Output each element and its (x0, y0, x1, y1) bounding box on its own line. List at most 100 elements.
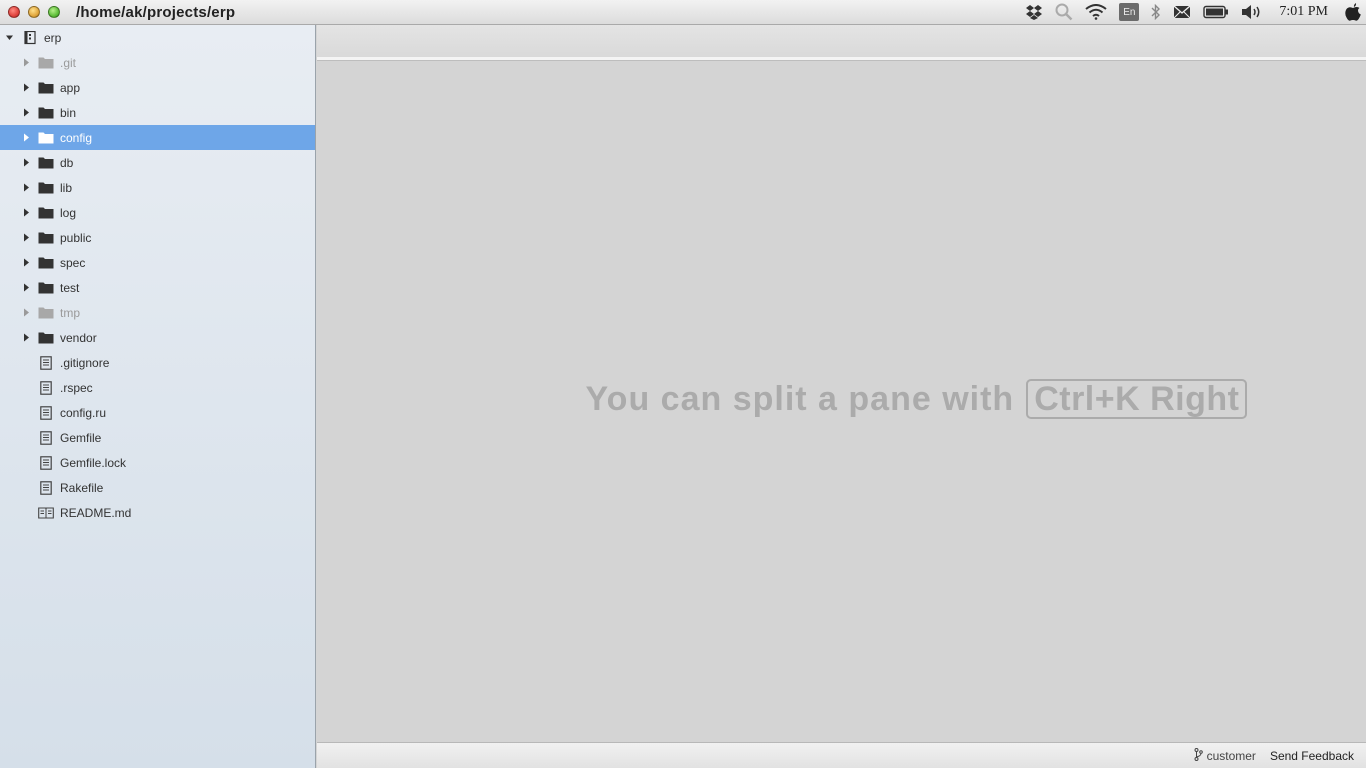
tree-item-label: .git (60, 55, 77, 70)
folder-icon (38, 281, 54, 295)
tree-item-label: test (60, 280, 80, 295)
tree-item-label: lib (60, 180, 73, 195)
wifi-icon[interactable] (1085, 0, 1107, 25)
folder-icon (38, 106, 54, 120)
collapsed-chevron-icon[interactable] (21, 58, 31, 68)
tree-item-label: Gemfile.lock (60, 455, 127, 470)
folder-icon (38, 131, 54, 145)
apple-icon[interactable] (1344, 0, 1362, 25)
tree-item-label: .gitignore (60, 355, 110, 370)
tree-file-readme-md[interactable]: README.md (0, 500, 315, 525)
folder-icon (38, 56, 54, 70)
pane-hint-text: You can split a pane with (585, 379, 1015, 418)
bluetooth-icon[interactable] (1151, 0, 1161, 25)
tree-folder-test[interactable]: test (0, 275, 315, 300)
pane-hint-shortcut: Ctrl+K Right (1026, 379, 1248, 419)
git-branch-label: customer (1206, 748, 1256, 763)
minimize-window-button[interactable] (28, 6, 40, 18)
tree-file-rakefile[interactable]: Rakefile (0, 475, 315, 500)
folder-icon (38, 81, 54, 95)
tree-root[interactable]: erp (0, 25, 315, 50)
dropbox-icon[interactable] (1025, 0, 1043, 25)
collapsed-chevron-icon[interactable] (21, 133, 31, 143)
tree-item-label: config (60, 130, 93, 145)
mail-icon[interactable] (1173, 0, 1191, 25)
tree-folder-app[interactable]: app (0, 75, 315, 100)
tree-item-label: bin (60, 105, 77, 120)
status-bar: customer Send Feedback (317, 742, 1366, 768)
tree-folder-lib[interactable]: lib (0, 175, 315, 200)
folder-icon (38, 156, 54, 170)
battery-icon[interactable] (1203, 0, 1229, 25)
tree-folder-tmp[interactable]: tmp (0, 300, 315, 325)
folder-icon (38, 331, 54, 345)
book-icon (38, 506, 54, 520)
tree-file-gemfile[interactable]: Gemfile (0, 425, 315, 450)
tree-item-label: .rspec (60, 380, 93, 395)
file-text-icon (38, 430, 54, 445)
collapsed-chevron-icon[interactable] (21, 108, 31, 118)
tree-folder-git[interactable]: .git (0, 50, 315, 75)
collapsed-chevron-icon[interactable] (21, 83, 31, 93)
expanded-chevron-icon[interactable] (4, 33, 14, 43)
collapsed-chevron-icon[interactable] (21, 333, 31, 343)
top-menu-bar: /home/ak/projects/erp En 7:01 PM (0, 0, 1366, 25)
collapsed-chevron-icon[interactable] (21, 183, 31, 193)
file-text-icon (38, 405, 54, 420)
search-icon[interactable] (1055, 0, 1073, 25)
tree-folder-config[interactable]: config (0, 125, 315, 150)
send-feedback-button[interactable]: Send Feedback (1270, 749, 1354, 763)
clock[interactable]: 7:01 PM (1279, 4, 1328, 20)
tree-folder-db[interactable]: db (0, 150, 315, 175)
tree-folder-bin[interactable]: bin (0, 100, 315, 125)
tree-item-label: README.md (60, 505, 132, 520)
tree-view[interactable]: erp .git app bin config db lib log public spec te… (0, 25, 316, 768)
collapsed-chevron-icon[interactable] (21, 233, 31, 243)
folder-icon (38, 181, 54, 195)
volume-icon[interactable] (1241, 0, 1263, 25)
tree-folder-log[interactable]: log (0, 200, 315, 225)
tree-item-label: public (60, 230, 92, 245)
repository-icon (22, 30, 38, 45)
tree-file-config-ru[interactable]: config.ru (0, 400, 315, 425)
tree-item-label: config.ru (60, 405, 107, 420)
keyboard-layout-icon[interactable]: En (1119, 0, 1140, 25)
file-text-icon (38, 480, 54, 495)
tree-item-label: db (60, 155, 74, 170)
file-text-icon (38, 380, 54, 395)
tree-item-label: vendor (60, 330, 97, 345)
tree-file-rspec[interactable]: .rspec (0, 375, 315, 400)
git-branch-icon (1194, 747, 1203, 764)
window-title: /home/ak/projects/erp (76, 3, 236, 21)
tree-folder-vendor[interactable]: vendor (0, 325, 315, 350)
tree-root-label: erp (44, 30, 62, 45)
tree-item-label: Gemfile (60, 430, 102, 445)
tree-item-label: tmp (60, 305, 81, 320)
git-branch[interactable]: customer (1194, 747, 1256, 764)
folder-icon (38, 206, 54, 220)
collapsed-chevron-icon[interactable] (21, 158, 31, 168)
collapsed-chevron-icon[interactable] (21, 258, 31, 268)
tree-folder-spec[interactable]: spec (0, 250, 315, 275)
collapsed-chevron-icon[interactable] (21, 283, 31, 293)
tree-file-gitignore[interactable]: .gitignore (0, 350, 315, 375)
tree-file-gemfile-lock[interactable]: Gemfile.lock (0, 450, 315, 475)
tree-item-label: app (60, 80, 81, 95)
tab-bar[interactable] (317, 25, 1366, 61)
language-indicator: En (1119, 3, 1140, 21)
folder-icon (38, 231, 54, 245)
close-window-button[interactable] (8, 6, 20, 18)
pane-hint: You can split a pane with Ctrl+K Right (317, 379, 1366, 419)
folder-icon (38, 256, 54, 270)
editor-pane[interactable]: You can split a pane with Ctrl+K Right (317, 25, 1366, 743)
maximize-window-button[interactable] (48, 6, 60, 18)
collapsed-chevron-icon[interactable] (21, 208, 31, 218)
tree-folder-public[interactable]: public (0, 225, 315, 250)
collapsed-chevron-icon[interactable] (21, 308, 31, 318)
